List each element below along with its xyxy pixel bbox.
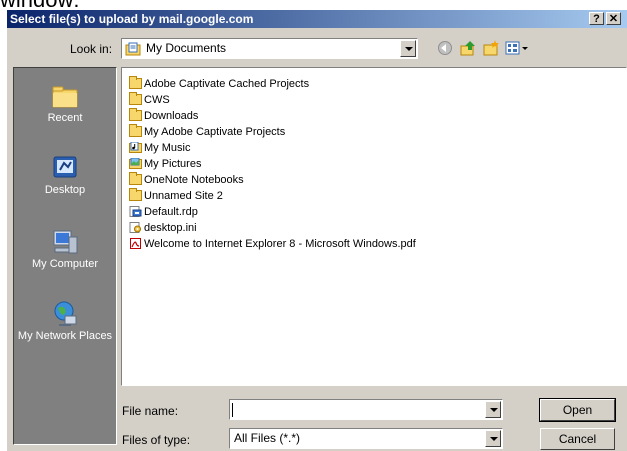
up-folder-icon (460, 41, 475, 56)
folder-icon (129, 76, 142, 89)
views-menu-icon (505, 41, 528, 55)
place-network[interactable]: My Network Places (14, 300, 116, 342)
text-cursor (232, 403, 233, 417)
close-button[interactable]: ✕ (606, 12, 621, 25)
list-item[interactable]: OneNote Notebooks (129, 172, 244, 188)
place-label: Desktop (44, 184, 86, 196)
list-item[interactable]: My Music (129, 141, 190, 156)
place-recent[interactable]: Recent (14, 82, 116, 124)
file-name: OneNote Notebooks (144, 174, 244, 186)
list-item[interactable]: Default.rdp (129, 205, 198, 220)
file-name: Downloads (144, 110, 199, 122)
file-name: CWS (144, 94, 170, 106)
rdp-file-icon (129, 206, 142, 217)
back-button[interactable] (435, 38, 455, 58)
lookin-dropdown-button[interactable] (400, 40, 416, 57)
pictures-folder-icon (129, 158, 142, 169)
folder-icon (129, 172, 142, 185)
places-bar: Recent Desktop My Computer My Network Pl… (13, 67, 117, 445)
desktop-icon (53, 156, 77, 178)
my-computer-icon (53, 230, 78, 254)
file-name: My Adobe Captivate Projects (144, 126, 286, 138)
open-button[interactable]: Open (539, 398, 616, 422)
list-item[interactable]: Welcome to Internet Explorer 8 - Microso… (129, 237, 416, 252)
filetype-label: Files of type: (122, 433, 191, 447)
ini-file-icon (129, 222, 141, 233)
views-menu-button[interactable] (504, 38, 532, 58)
filename-label: File name: (122, 404, 179, 418)
lookin-label: Look in: (70, 42, 113, 56)
list-item[interactable]: Downloads (129, 108, 199, 124)
file-name: My Music (144, 142, 191, 154)
folder-icon (129, 108, 142, 121)
list-item[interactable]: My Pictures (129, 157, 201, 172)
filetype-select[interactable]: All Files (*.*) (229, 428, 503, 449)
pdf-file-icon (130, 238, 141, 249)
folder-icon (129, 188, 142, 201)
new-folder-button[interactable] (481, 38, 501, 58)
file-name: Adobe Captivate Cached Projects (144, 78, 310, 90)
lookin-select[interactable]: My Documents (121, 38, 418, 59)
file-name: Unnamed Site 2 (144, 190, 223, 202)
place-label: My Network Places (17, 330, 113, 342)
cancel-button[interactable]: Cancel (540, 428, 615, 450)
place-desktop[interactable]: Desktop (14, 154, 116, 196)
file-name: Welcome to Internet Explorer 8 - Microso… (144, 238, 416, 250)
filetype-value: All Files (*.*) (234, 431, 301, 445)
up-folder-button[interactable] (458, 38, 478, 58)
list-item[interactable]: My Adobe Captivate Projects (129, 124, 286, 140)
filename-dropdown-button[interactable] (485, 401, 501, 418)
list-item[interactable]: desktop.ini (129, 221, 197, 236)
new-folder-icon (483, 40, 499, 56)
place-my-computer[interactable]: My Computer (14, 228, 116, 270)
my-documents-icon (125, 42, 141, 56)
file-name: Default.rdp (144, 206, 198, 218)
folder-icon (129, 92, 142, 105)
folder-icon (129, 124, 142, 137)
music-folder-icon (129, 142, 142, 153)
filetype-dropdown-button[interactable] (485, 430, 501, 447)
place-label: Recent (47, 112, 83, 124)
help-button[interactable]: ? (589, 12, 604, 25)
filename-input[interactable] (229, 399, 503, 420)
network-places-icon (54, 301, 77, 326)
file-name: desktop.ini (144, 222, 197, 234)
recent-icon (52, 86, 78, 108)
back-icon (438, 41, 452, 55)
list-item[interactable]: CWS (129, 92, 170, 108)
list-item[interactable]: Unnamed Site 2 (129, 188, 223, 204)
file-upload-dialog: Select file(s) to upload by mail.google.… (7, 10, 627, 451)
list-item[interactable]: Adobe Captivate Cached Projects (129, 76, 310, 92)
place-label: My Computer (31, 258, 99, 270)
title-bar[interactable]: Select file(s) to upload by mail.google.… (7, 10, 627, 28)
dialog-title: Select file(s) to upload by mail.google.… (10, 12, 254, 26)
file-name: My Pictures (144, 158, 202, 170)
lookin-value: My Documents (146, 41, 227, 55)
file-list[interactable]: Adobe Captivate Cached Projects CWS Down… (121, 67, 627, 386)
